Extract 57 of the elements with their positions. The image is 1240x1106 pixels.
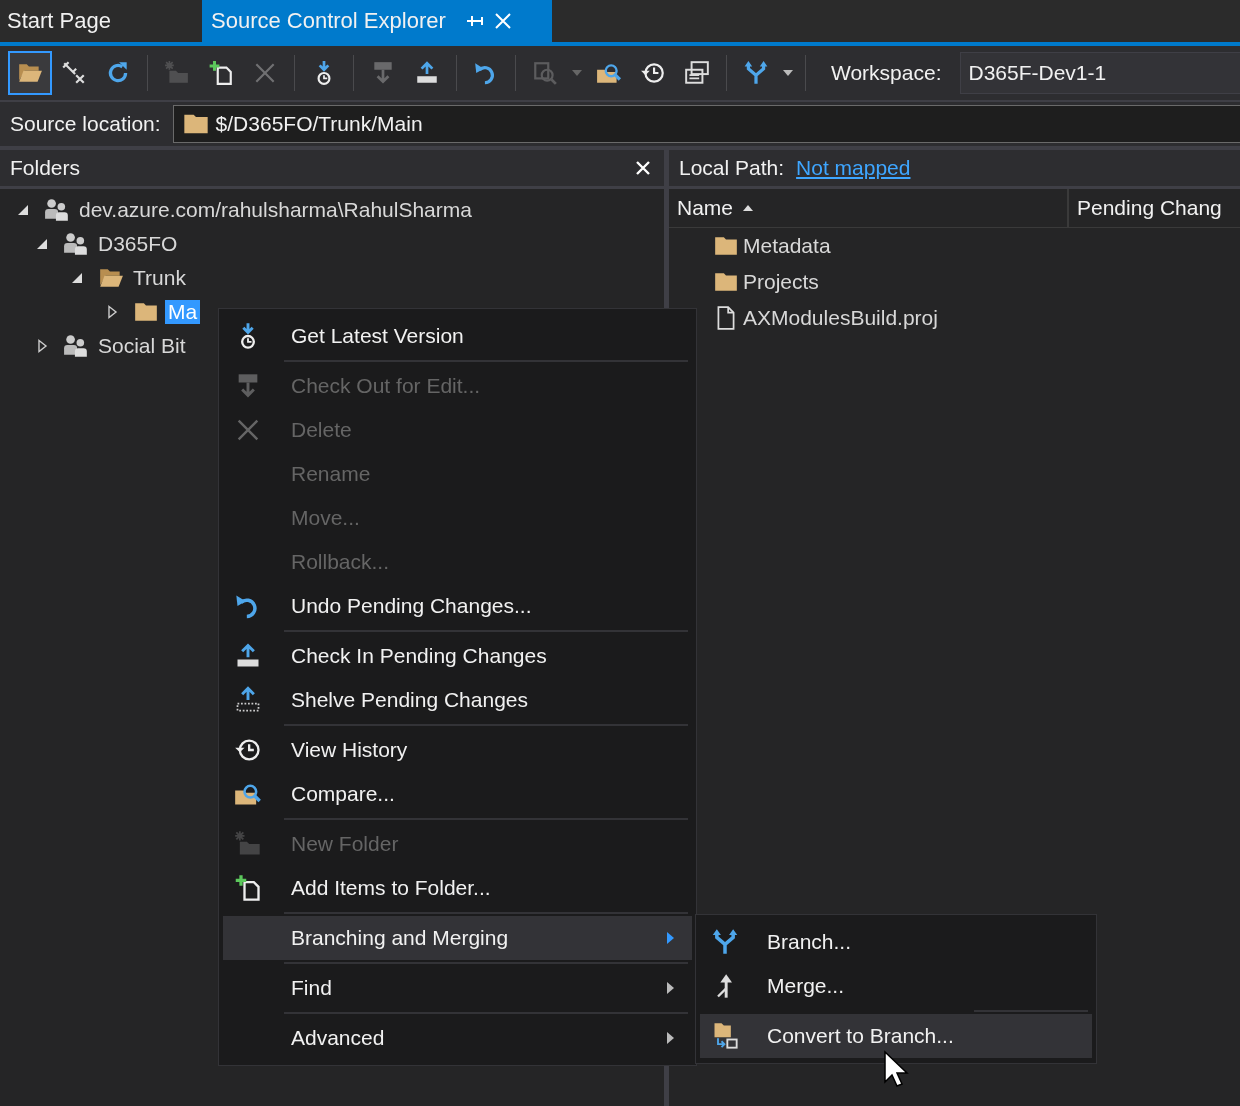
expand-arrow-icon[interactable] (16, 203, 30, 217)
close-icon[interactable] (493, 12, 512, 30)
menu-item[interactable]: View History (223, 728, 692, 772)
tab[interactable]: Source Control Explorer (202, 0, 552, 42)
new-folder-icon (164, 60, 190, 86)
source-location-field[interactable]: $/D365FO/Trunk/Main (172, 105, 1240, 143)
menu-item[interactable]: Undo Pending Changes... (223, 584, 692, 628)
menu-item[interactable]: Advanced (223, 1016, 692, 1060)
menu-item[interactable]: Compare... (223, 772, 692, 816)
toolbar-button[interactable] (8, 51, 52, 95)
team-icon (63, 231, 89, 257)
local-path-label: Local Path: (679, 156, 785, 180)
history-icon (640, 60, 666, 86)
branch-icon (711, 928, 739, 956)
shelve-icon (234, 686, 262, 714)
not-mapped-link[interactable]: Not mapped (796, 156, 911, 180)
menu-item[interactable]: Get Latest Version (223, 314, 692, 358)
list-item[interactable]: Projects (743, 270, 819, 294)
team-icon (44, 197, 70, 223)
source-location-label: Source location: (10, 112, 161, 136)
dropdown-caret-icon[interactable] (783, 70, 793, 76)
check-in-icon (414, 60, 440, 86)
menu-item[interactable]: Branching and Merging (223, 916, 692, 960)
workspace-field[interactable]: D365F-Dev1-1 (959, 52, 1240, 94)
expand-arrow-icon[interactable] (35, 339, 49, 353)
menu-item[interactable]: Find (223, 966, 692, 1010)
close-icon (635, 160, 651, 176)
list-item[interactable]: Metadata (743, 234, 831, 258)
cursor-icon (883, 1050, 909, 1088)
expand-arrow-icon[interactable] (105, 305, 119, 319)
document-stack-icon (684, 60, 710, 86)
team-icon (63, 333, 89, 359)
tree-item[interactable]: Social Bit (95, 334, 189, 358)
column-header[interactable]: Name (669, 189, 1069, 227)
menu-item[interactable]: Add Items to Folder... (223, 866, 692, 910)
tree-item[interactable]: Trunk (130, 266, 189, 290)
list-item[interactable]: AXModulesBuild.proj (743, 306, 938, 330)
new-folder-icon (234, 830, 262, 858)
expand-arrow-icon[interactable] (35, 237, 49, 251)
menu-item[interactable]: Check In Pending Changes (223, 634, 692, 678)
expand-arrow-icon[interactable] (70, 271, 84, 285)
menu-item[interactable]: Shelve Pending Changes (223, 678, 692, 722)
column-header[interactable]: Pending Chang (1069, 189, 1222, 227)
path-text: $/D365FO/Trunk/Main (215, 112, 423, 136)
workspace-label: Workspace: (831, 61, 942, 85)
tree-item[interactable]: D365FO (95, 232, 181, 256)
add-file-icon (234, 874, 262, 902)
tab[interactable]: Start Page (0, 0, 202, 42)
add-file-icon (208, 60, 234, 86)
panel-title: Folders (10, 156, 82, 180)
disconnect-icon (61, 60, 87, 86)
branch-icon (743, 60, 769, 86)
menu-item[interactable]: Merge... (700, 964, 1092, 1008)
find-icon (532, 60, 558, 86)
tree-item[interactable]: dev.azure.com/rahulsharma\RahulSharma (76, 198, 475, 222)
menu-item[interactable]: Branch... (700, 920, 1092, 964)
menu-item[interactable]: Convert to Branch... (700, 1014, 1092, 1058)
